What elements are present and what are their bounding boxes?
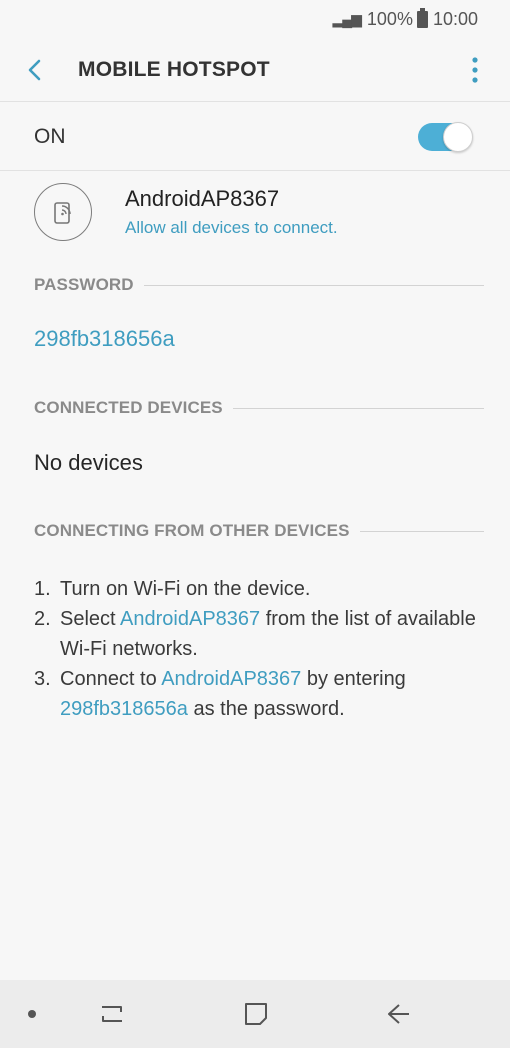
connected-devices-header: CONNECTED DEVICES bbox=[34, 398, 484, 418]
password-link: 298fb318656a bbox=[60, 698, 188, 720]
status-bar: ▂▄▆ 100% 10:00 bbox=[0, 0, 510, 38]
hotspot-switch[interactable] bbox=[418, 121, 473, 152]
divider bbox=[143, 284, 484, 286]
instruction-step: 1. Turn on Wi-Fi on the device. bbox=[34, 574, 484, 604]
instruction-step: 3. Connect to AndroidAP8367 by entering … bbox=[34, 664, 484, 724]
step-text-part: as the password. bbox=[187, 698, 345, 720]
password-value[interactable]: 298fb318656a bbox=[34, 326, 175, 352]
home-button[interactable] bbox=[236, 994, 276, 1034]
more-options-button[interactable] bbox=[440, 38, 510, 102]
page-title: MOBILE HOTSPOT bbox=[78, 57, 270, 81]
step-number: 3. bbox=[34, 668, 51, 690]
step-text-part: Connect to bbox=[60, 668, 162, 690]
network-name-link: AndroidAP8367 bbox=[120, 608, 261, 630]
back-nav-button[interactable] bbox=[378, 994, 418, 1034]
step-text: Connect to AndroidAP8367 by entering 298… bbox=[60, 664, 406, 724]
app-bar: MOBILE HOTSPOT bbox=[0, 38, 510, 102]
network-name: AndroidAP8367 bbox=[125, 186, 280, 211]
connecting-header: CONNECTING FROM OTHER DEVICES bbox=[34, 521, 484, 541]
instruction-step: 2. Select AndroidAP8367 from the list of… bbox=[34, 604, 484, 664]
connected-devices-header-label: CONNECTED DEVICES bbox=[34, 398, 223, 417]
nav-dot-icon bbox=[28, 1010, 36, 1018]
network-subtitle: Allow all devices to connect. bbox=[125, 218, 338, 237]
network-row[interactable]: AndroidAP8367 Allow all devices to conne… bbox=[34, 180, 484, 244]
password-header: PASSWORD bbox=[34, 275, 484, 295]
recent-apps-icon bbox=[102, 1006, 122, 1022]
hotspot-phone-icon bbox=[34, 183, 92, 241]
back-nav-icon bbox=[388, 1004, 409, 1024]
instructions-list: 1. Turn on Wi-Fi on the device. 2. Selec… bbox=[34, 574, 484, 724]
network-name-link: AndroidAP8367 bbox=[161, 668, 302, 690]
back-arrow-icon bbox=[28, 59, 41, 80]
recent-apps-button[interactable] bbox=[92, 994, 132, 1034]
clock: 10:00 bbox=[432, 8, 478, 29]
step-text: Select AndroidAP8367 from the list of av… bbox=[60, 604, 484, 664]
toggle-label: ON bbox=[34, 124, 66, 148]
connecting-header-label: CONNECTING FROM OTHER DEVICES bbox=[34, 521, 350, 540]
step-text: Turn on Wi-Fi on the device. bbox=[60, 578, 311, 600]
navigation-bar bbox=[0, 980, 510, 1048]
step-number: 2. bbox=[34, 608, 51, 630]
more-vert-icon bbox=[472, 56, 478, 83]
back-button[interactable] bbox=[0, 38, 78, 102]
password-header-label: PASSWORD bbox=[34, 275, 134, 294]
battery-percent: 100% bbox=[366, 8, 413, 29]
signal-icon: ▂▄▆ bbox=[332, 10, 361, 27]
home-icon bbox=[245, 1003, 267, 1025]
divider bbox=[232, 407, 484, 409]
switch-knob bbox=[443, 121, 473, 152]
step-text-part: Select bbox=[60, 608, 121, 630]
step-number: 1. bbox=[34, 578, 51, 600]
battery-icon bbox=[416, 7, 428, 28]
divider bbox=[359, 530, 484, 532]
hotspot-toggle-row[interactable]: ON bbox=[0, 103, 510, 171]
no-devices-text: No devices bbox=[34, 450, 143, 475]
step-text-part: by entering bbox=[301, 668, 406, 690]
network-text: AndroidAP8367 Allow all devices to conne… bbox=[125, 186, 338, 238]
